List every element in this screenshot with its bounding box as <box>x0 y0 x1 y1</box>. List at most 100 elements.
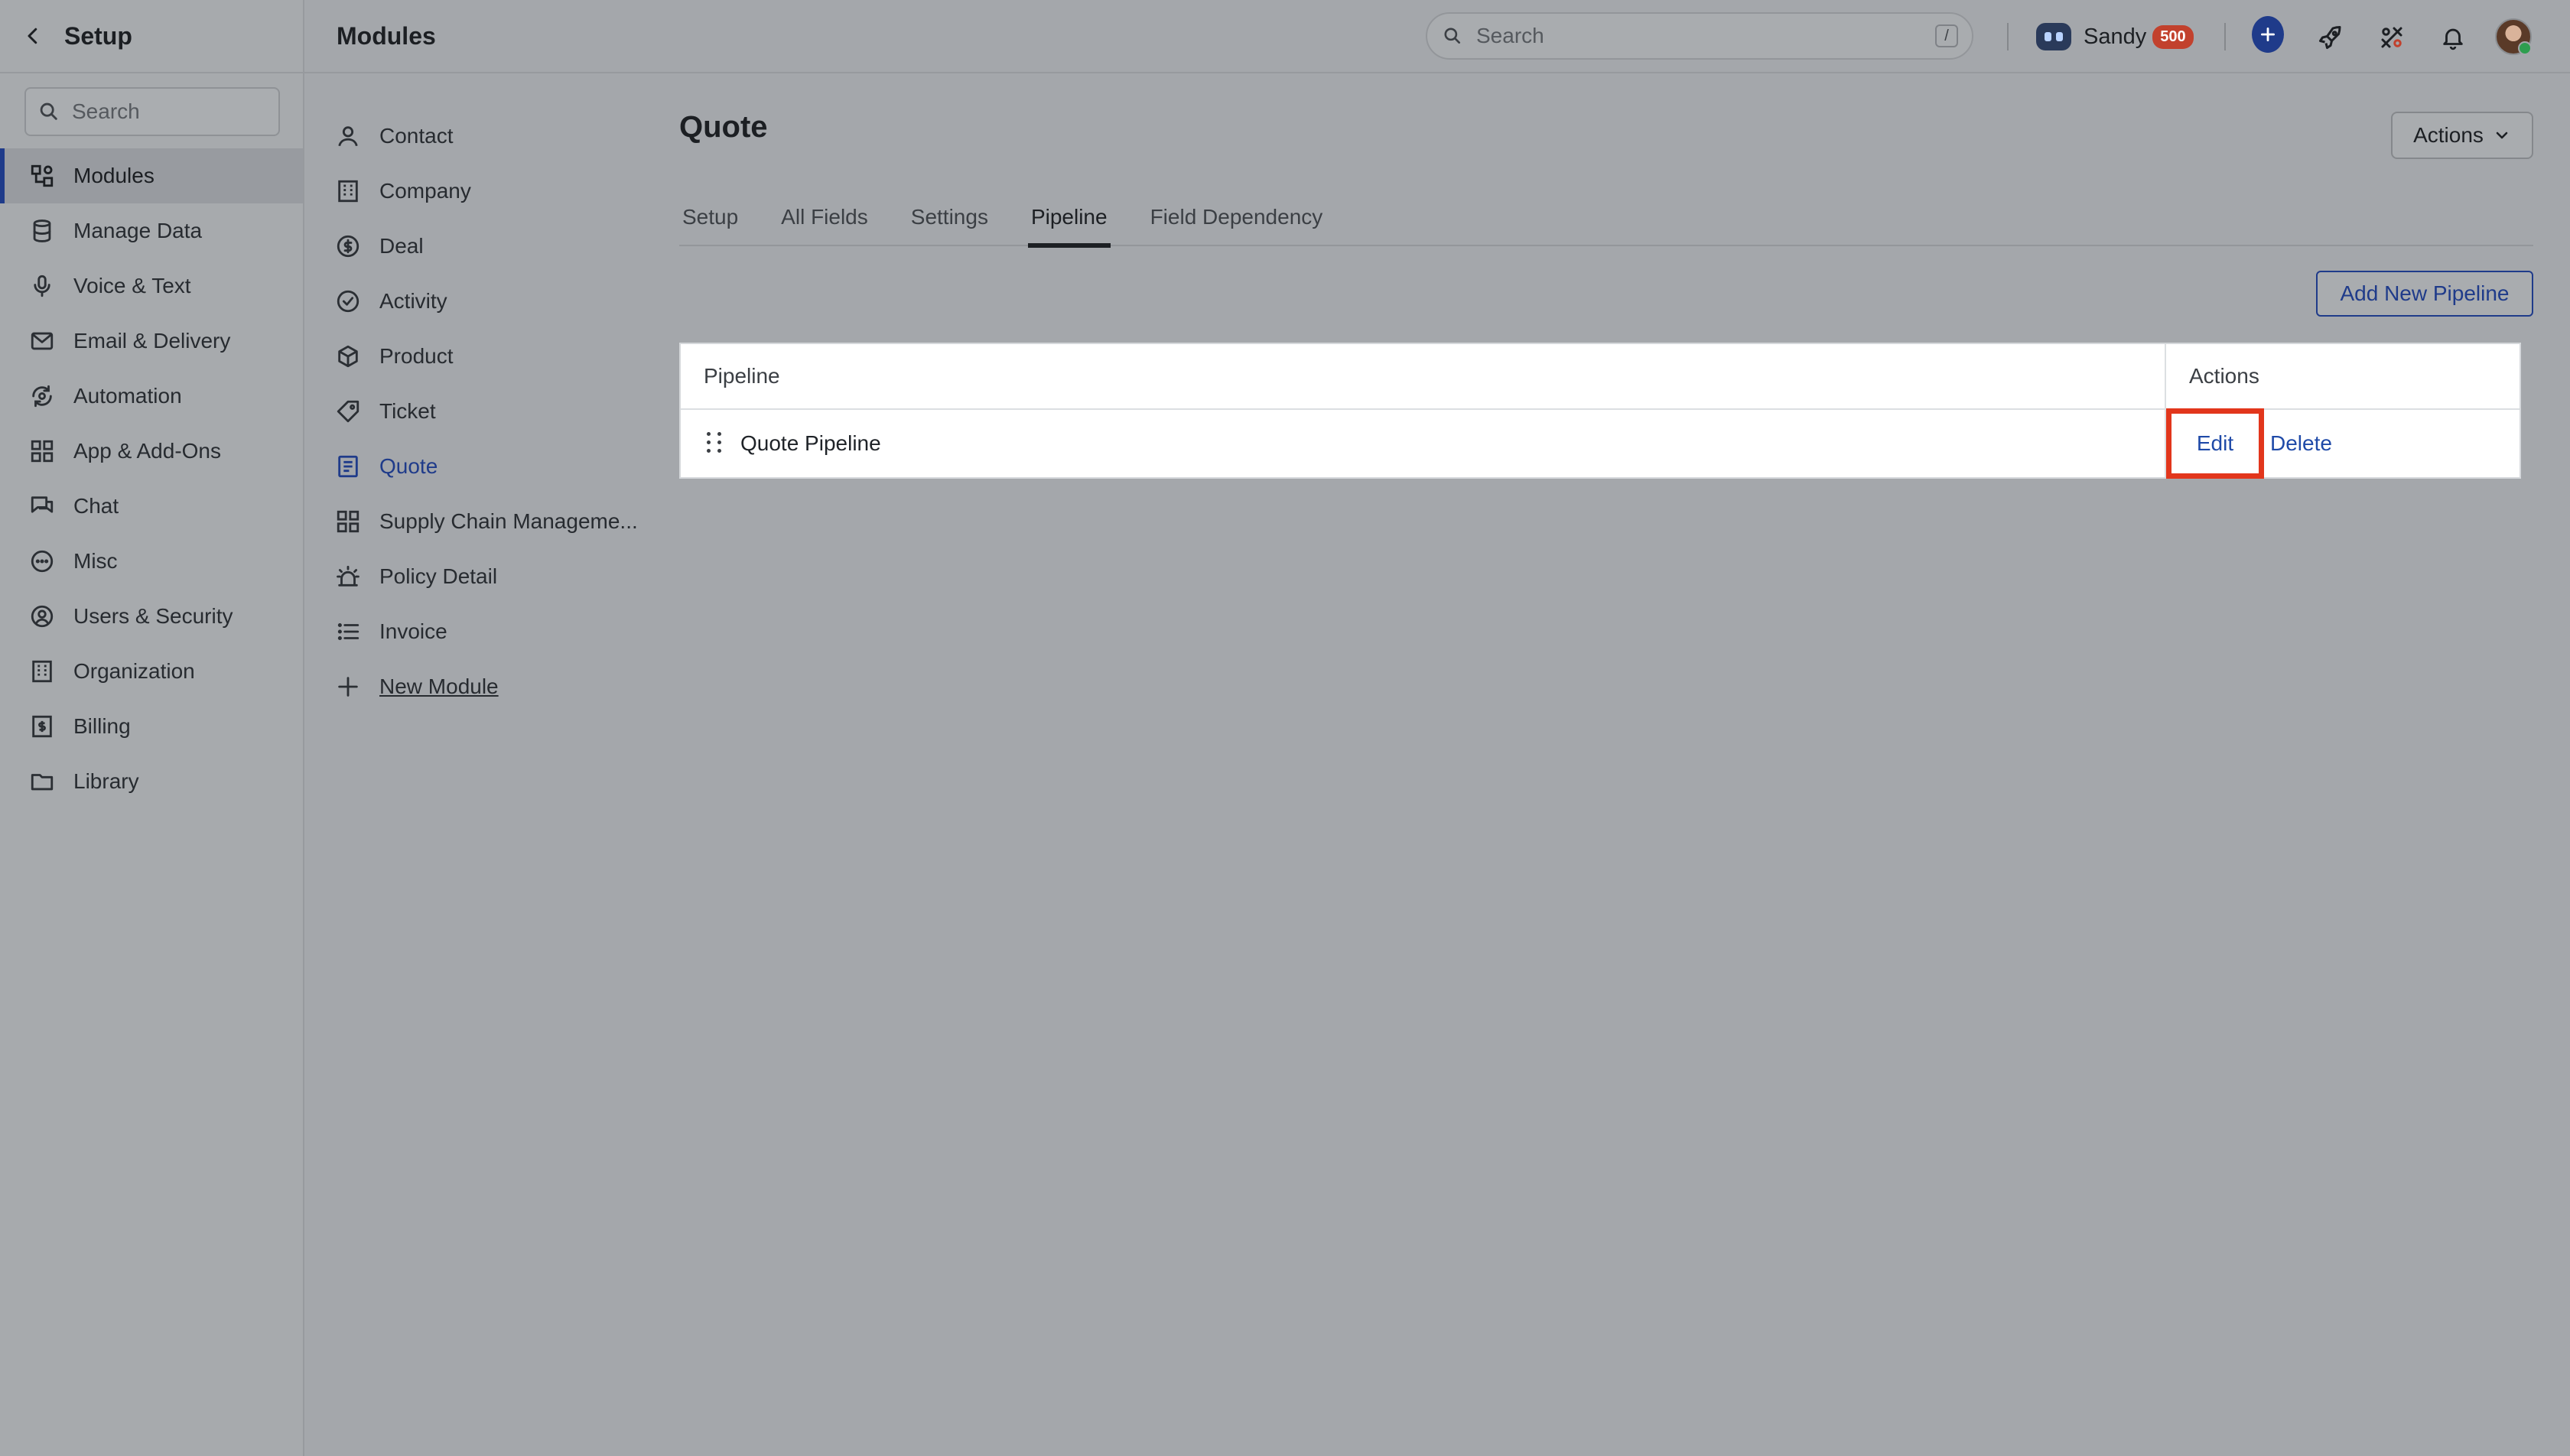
modules-list: Contact Company Deal Activity Product Ti… <box>304 73 646 714</box>
sidebar-item-label: Automation <box>73 384 182 408</box>
chat-icon <box>31 496 54 513</box>
search-icon <box>1444 28 1460 44</box>
module-item-supply-chain[interactable]: Supply Chain Manageme... <box>304 494 646 549</box>
sidebar-item-voice-text[interactable]: Voice & Text <box>0 258 303 314</box>
rocket-button[interactable] <box>2315 21 2347 54</box>
module-item-label: Policy Detail <box>379 564 498 588</box>
mail-icon <box>31 332 54 350</box>
tab-pipeline[interactable]: Pipeline <box>1027 188 1111 248</box>
avatar[interactable] <box>2495 18 2532 55</box>
tools-icon <box>2381 27 2402 48</box>
module-item-ticket[interactable]: Ticket <box>304 384 646 439</box>
module-item-contact[interactable]: Contact <box>304 109 646 164</box>
actions-label: Actions <box>2413 123 2484 147</box>
sidebar-item-manage-data[interactable]: Manage Data <box>0 203 303 258</box>
module-item-company[interactable]: Company <box>304 164 646 219</box>
new-module-link[interactable]: New Module <box>304 659 646 714</box>
new-module-label: New Module <box>379 674 499 698</box>
building-icon <box>338 180 358 203</box>
sidebar-header: Setup <box>0 0 303 73</box>
row-actions-cell: Edit Delete <box>2166 408 2520 479</box>
sidebar-item-app-addons[interactable]: App & Add-Ons <box>0 424 303 479</box>
alarm-light-icon <box>337 565 359 587</box>
tag-icon <box>337 400 359 423</box>
column-header-pipeline: Pipeline <box>681 344 2166 408</box>
more-circle-icon <box>31 550 54 573</box>
global-search[interactable]: / <box>1426 12 1973 60</box>
apps-grid-icon <box>337 510 359 533</box>
tools-button[interactable] <box>2376 21 2408 54</box>
sidebar-item-misc[interactable]: Misc <box>0 534 303 589</box>
list-icon <box>337 622 359 641</box>
microphone-icon <box>34 275 50 297</box>
module-item-deal[interactable]: Deal <box>304 219 646 274</box>
pipeline-name: Quote Pipeline <box>740 431 881 455</box>
module-item-product[interactable]: Product <box>304 329 646 384</box>
folder-icon <box>31 774 54 791</box>
sidebar-item-label: Misc <box>73 549 118 573</box>
create-button[interactable] <box>2252 16 2284 53</box>
column-header-actions: Actions <box>2189 364 2259 388</box>
sidebar-item-label: Billing <box>73 714 131 738</box>
automation-icon <box>32 385 52 408</box>
back-arrow-icon[interactable] <box>21 24 44 47</box>
sidebar-item-organization[interactable]: Organization <box>0 644 303 699</box>
breadcrumb: Modules <box>337 21 436 50</box>
credits-badge: 500 <box>2152 24 2194 49</box>
sidebar-item-label: Users & Security <box>73 604 233 628</box>
module-item-label: Company <box>379 179 471 203</box>
sidebar-item-chat[interactable]: Chat <box>0 479 303 534</box>
add-new-pipeline-button[interactable]: Add New Pipeline <box>2316 271 2533 317</box>
chevron-down-icon <box>2496 132 2508 139</box>
tab-settings[interactable]: Settings <box>908 188 991 246</box>
dollar-circle-icon <box>337 235 359 258</box>
building-icon <box>32 660 52 683</box>
database-icon <box>33 219 51 242</box>
module-item-label: Contact <box>379 124 454 148</box>
tab-all-fields[interactable]: All Fields <box>778 188 871 246</box>
module-item-quote[interactable]: Quote <box>304 439 646 494</box>
global-search-input[interactable] <box>1476 24 1905 48</box>
sidebar-item-billing[interactable]: Billing <box>0 699 303 754</box>
module-item-policy-detail[interactable]: Policy Detail <box>304 549 646 604</box>
sidebar-item-label: Manage Data <box>73 219 203 242</box>
sidebar-item-label: Library <box>73 769 139 793</box>
edit-link[interactable]: Edit <box>2197 431 2233 456</box>
plus-icon <box>2252 16 2284 53</box>
tab-setup[interactable]: Setup <box>679 188 741 246</box>
search-icon <box>40 102 57 120</box>
user-chip[interactable]: Sandy 500 <box>2036 18 2194 55</box>
module-item-label: Activity <box>379 289 447 313</box>
module-item-invoice[interactable]: Invoice <box>304 604 646 659</box>
module-item-activity[interactable]: Activity <box>304 274 646 329</box>
module-item-label: Supply Chain Manageme... <box>379 509 638 533</box>
module-tabs: Setup All Fields Settings Pipeline Field… <box>679 188 2533 248</box>
sidebar-item-library[interactable]: Library <box>0 754 303 809</box>
modules-icon <box>31 164 54 187</box>
sidebar-item-email-delivery[interactable]: Email & Delivery <box>0 314 303 369</box>
setup-page: Setup Modules Manage Data Voice & Text E… <box>0 0 2570 1456</box>
sidebar-item-label: Chat <box>73 494 119 518</box>
billing-icon <box>32 715 52 738</box>
sidebar-item-users-security[interactable]: Users & Security <box>0 589 303 644</box>
top-header: Modules / Sandy 500 <box>304 0 2570 73</box>
search-shortcut-key: / <box>1935 24 1958 47</box>
module-item-label: Deal <box>379 234 424 258</box>
delete-link[interactable]: Delete <box>2270 431 2332 456</box>
header-divider <box>2007 23 2009 50</box>
notifications-button[interactable] <box>2437 21 2469 54</box>
tab-field-dependency[interactable]: Field Dependency <box>1147 188 1326 246</box>
plus-icon <box>338 677 358 697</box>
drag-handle-icon[interactable] <box>704 432 724 455</box>
sidebar-item-modules[interactable]: Modules <box>0 148 303 203</box>
sidebar-search-input[interactable] <box>72 99 271 124</box>
rocket-icon <box>2319 26 2341 49</box>
sidebar-item-automation[interactable]: Automation <box>0 369 303 424</box>
sidebar-item-label: Voice & Text <box>73 274 191 297</box>
apps-grid-icon <box>31 440 54 463</box>
sidebar-item-label: Email & Delivery <box>73 329 231 353</box>
user-circle-icon <box>31 605 54 628</box>
actions-dropdown-button[interactable]: Actions <box>2391 112 2533 159</box>
quote-document-icon <box>338 455 358 478</box>
sidebar-search[interactable] <box>24 87 280 136</box>
